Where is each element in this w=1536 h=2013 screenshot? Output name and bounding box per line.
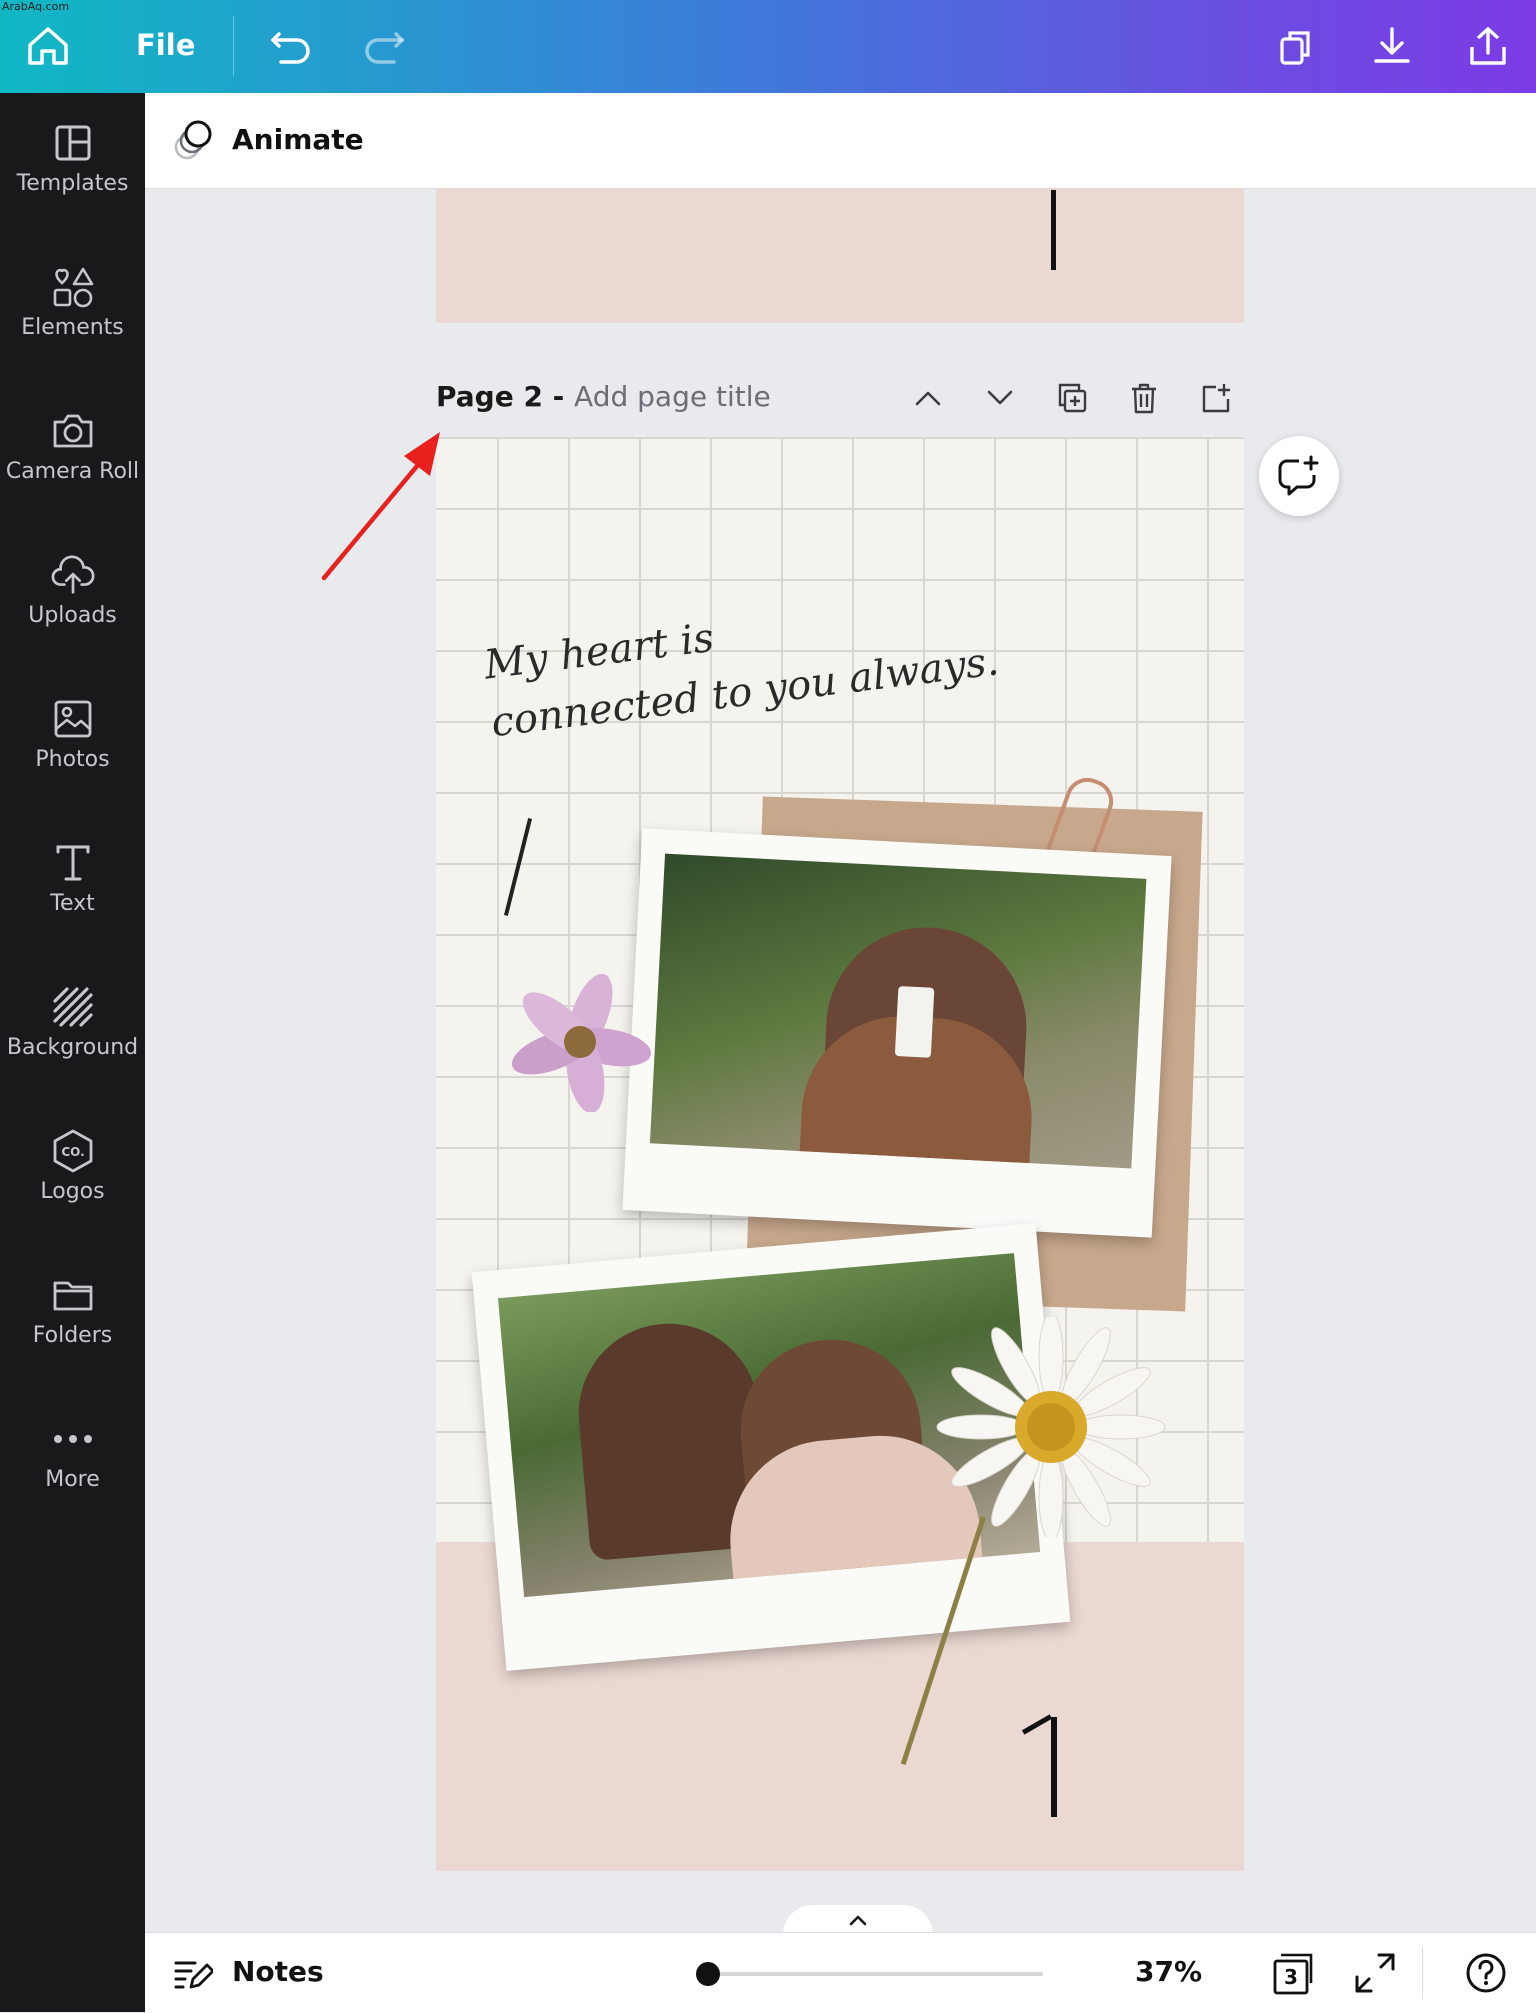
- photo-icon: [51, 697, 95, 741]
- sidebar-item-label: Text: [50, 891, 95, 916]
- sidebar-item-label: Templates: [16, 171, 129, 196]
- download-icon[interactable]: [1364, 20, 1420, 72]
- page-1-number-graphic: [1051, 190, 1056, 270]
- sidebar-item-logos[interactable]: CO. Logos: [0, 1101, 145, 1231]
- text-icon: [51, 841, 95, 885]
- comment-add-icon: [1278, 455, 1319, 496]
- undo-icon[interactable]: [263, 20, 319, 72]
- daisy-sticker[interactable]: [926, 1317, 1166, 1537]
- svg-text:CO.: CO.: [61, 1145, 84, 1159]
- more-icon: [51, 1417, 95, 1461]
- add-comment-button[interactable]: [1259, 436, 1339, 516]
- duplicate-icon[interactable]: [1268, 20, 1324, 72]
- page-title[interactable]: Page 2 - Add page title: [436, 380, 771, 413]
- help-icon[interactable]: [1464, 1951, 1508, 1995]
- photo-woman-drinking[interactable]: [649, 853, 1147, 1169]
- top-toolbar: File: [0, 0, 1536, 93]
- add-page-title-input[interactable]: Add page title: [574, 380, 771, 413]
- toolbar-divider: [233, 16, 234, 76]
- upload-icon: [51, 553, 95, 597]
- move-page-down-icon[interactable]: [978, 376, 1022, 420]
- sidebar-item-label: Folders: [32, 1323, 113, 1348]
- animate-bar: Animate: [145, 93, 1536, 189]
- sidebar-item-label: More: [45, 1467, 100, 1492]
- bottom-divider: [1422, 1947, 1423, 1999]
- add-page-icon[interactable]: [1194, 376, 1238, 420]
- sidebar-item-label: Photos: [35, 747, 110, 772]
- animate-button[interactable]: Animate: [232, 123, 364, 156]
- notes-icon[interactable]: [173, 1957, 213, 1991]
- red-annotation-arrow: [310, 410, 460, 590]
- page-1-canvas[interactable]: [436, 188, 1244, 323]
- sidebar-item-label: Uploads: [28, 603, 117, 628]
- sidebar: Templates Elements Camera Roll Uploads P…: [0, 93, 145, 2012]
- sidebar-item-camera-roll[interactable]: Camera Roll: [0, 381, 145, 511]
- zoom-slider-handle[interactable]: [696, 1962, 720, 1986]
- page-count: 3: [1284, 1965, 1298, 1989]
- sidebar-item-label: Logos: [40, 1179, 105, 1204]
- duplicate-page-icon[interactable]: [1050, 376, 1094, 420]
- share-icon[interactable]: [1460, 20, 1516, 72]
- sidebar-item-background[interactable]: Background: [0, 957, 145, 1087]
- sidebar-item-uploads[interactable]: Uploads: [0, 525, 145, 655]
- sidebar-item-templates[interactable]: Templates: [0, 93, 145, 223]
- sidebar-item-elements[interactable]: Elements: [0, 237, 145, 367]
- number-one-graphic: [1051, 1717, 1057, 1817]
- fullscreen-icon[interactable]: [1353, 1951, 1397, 1995]
- notes-button[interactable]: Notes: [232, 1955, 324, 1988]
- move-page-up-icon[interactable]: [906, 376, 950, 420]
- background-icon: [51, 985, 95, 1029]
- sidebar-item-photos[interactable]: Photos: [0, 669, 145, 799]
- handwritten-stroke: [503, 818, 533, 916]
- sidebar-item-more[interactable]: More: [0, 1389, 145, 1519]
- script-heading[interactable]: My heart is connected to you always.: [481, 575, 1002, 752]
- folder-icon: [51, 1273, 95, 1317]
- home-icon[interactable]: [20, 20, 76, 72]
- watermark-text: ArabAq.com: [2, 0, 70, 13]
- camera-icon: [51, 409, 95, 453]
- templates-icon: [51, 121, 95, 165]
- sidebar-item-label: Background: [6, 1035, 139, 1060]
- zoom-slider[interactable]: [696, 1962, 1043, 1986]
- pink-flower-sticker[interactable]: [500, 972, 660, 1112]
- page-2-header: Page 2 - Add page title: [436, 380, 1244, 420]
- chevron-up-icon: [849, 1915, 867, 1926]
- delete-page-icon[interactable]: [1122, 376, 1166, 420]
- elements-icon: [51, 265, 95, 309]
- page-2-canvas[interactable]: My heart is connected to you always.: [436, 437, 1244, 1871]
- sidebar-item-text[interactable]: Text: [0, 813, 145, 943]
- redo-icon[interactable]: [356, 20, 412, 72]
- sidebar-item-label: Elements: [21, 315, 124, 340]
- bottom-bar: Notes 37% 3: [145, 1932, 1536, 2013]
- sidebar-item-label: Camera Roll: [5, 459, 140, 484]
- file-menu-button[interactable]: File: [136, 28, 195, 62]
- page-count-button[interactable]: 3: [1271, 1951, 1319, 1995]
- animate-icon[interactable]: [171, 119, 215, 161]
- logo-icon: CO.: [51, 1129, 95, 1173]
- zoom-level[interactable]: 37%: [1135, 1955, 1202, 1988]
- pages-icon: 3: [1273, 1953, 1313, 1995]
- sidebar-item-folders[interactable]: Folders: [0, 1245, 145, 1375]
- expand-panel-tab[interactable]: [783, 1905, 933, 1935]
- polaroid-frame-top[interactable]: [622, 828, 1172, 1238]
